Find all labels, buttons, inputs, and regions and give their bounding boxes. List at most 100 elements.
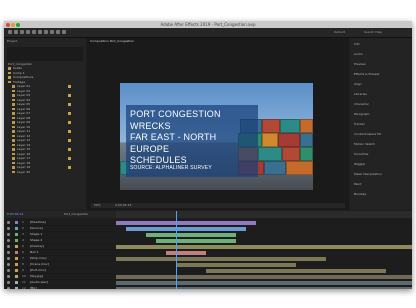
layer-duration-bar[interactable] bbox=[156, 238, 236, 243]
panel-item[interactable]: Wiggler bbox=[354, 162, 365, 166]
pen-tool-icon[interactable] bbox=[50, 30, 54, 34]
layer-name[interactable]: Shape 1 bbox=[30, 232, 42, 237]
panel-item[interactable]: Audio bbox=[354, 52, 363, 56]
type-tool-icon[interactable] bbox=[56, 30, 60, 34]
panel-item[interactable]: Content-Aware Fill bbox=[354, 132, 381, 136]
layer-name[interactable]: [Crane.mov] bbox=[30, 262, 49, 267]
layer-color-label[interactable] bbox=[15, 221, 18, 224]
eye-icon[interactable] bbox=[7, 239, 10, 242]
layer-color-label[interactable] bbox=[15, 227, 18, 230]
layer-list[interactable]: 1 [Headline] 2 [Source] 3 Shape 1 4 Shape 2 5 [Ov… bbox=[4, 220, 114, 289]
label-color-swatch[interactable] bbox=[68, 121, 71, 124]
layer-name[interactable]: Null 1 bbox=[30, 250, 39, 255]
eye-icon[interactable] bbox=[7, 287, 10, 289]
layer-name[interactable]: [Ship.mov] bbox=[30, 256, 46, 261]
eye-icon[interactable] bbox=[7, 245, 10, 248]
layer-color-label[interactable] bbox=[15, 257, 18, 260]
project-item-list[interactable]: Solids Comp 1 Compositions Footage Layer 01 L… bbox=[6, 66, 71, 175]
label-color-swatch[interactable] bbox=[68, 112, 71, 115]
layer-name[interactable]: [Port.mov] bbox=[30, 268, 46, 273]
rotate-tool-icon[interactable] bbox=[32, 30, 36, 34]
eye-icon[interactable] bbox=[7, 227, 10, 230]
layer-duration-bar[interactable] bbox=[116, 244, 412, 249]
pan-tool-icon[interactable] bbox=[44, 30, 48, 34]
eye-icon[interactable] bbox=[7, 263, 10, 266]
panel-item[interactable]: Mask Interpolation bbox=[354, 172, 382, 176]
composition-viewer[interactable]: PORT CONGESTION WRECKS FAR EAST - NORTH … bbox=[120, 83, 313, 190]
layer-duration-bar[interactable] bbox=[126, 226, 246, 231]
layer-color-label[interactable] bbox=[15, 287, 18, 289]
tab-project[interactable]: Project bbox=[7, 38, 17, 44]
tab-timeline-comp[interactable]: Port_Congestion bbox=[64, 211, 88, 217]
layer-name[interactable]: [Audio.wav] bbox=[30, 280, 48, 285]
layer-color-label[interactable] bbox=[15, 263, 18, 266]
label-color-swatch[interactable] bbox=[68, 148, 71, 151]
layer-color-label[interactable] bbox=[15, 233, 18, 236]
workspace-label[interactable]: Default bbox=[334, 28, 345, 37]
home-icon[interactable] bbox=[8, 30, 12, 34]
zoom-level[interactable]: 50% bbox=[94, 203, 101, 208]
layer-color-label[interactable] bbox=[15, 269, 18, 272]
layer-color-label[interactable] bbox=[15, 281, 18, 284]
project-item[interactable]: Layer 20 bbox=[6, 170, 68, 175]
layer-color-label[interactable] bbox=[15, 275, 18, 278]
label-color-swatch[interactable] bbox=[68, 166, 71, 169]
layer-name[interactable]: [BG] bbox=[30, 286, 37, 289]
panel-item[interactable]: Info bbox=[354, 42, 360, 46]
label-color-swatch[interactable] bbox=[68, 85, 71, 88]
label-color-swatch[interactable] bbox=[68, 130, 71, 133]
playhead[interactable] bbox=[176, 211, 177, 289]
zoom-tool-icon[interactable] bbox=[26, 30, 30, 34]
panel-item[interactable]: Paint bbox=[354, 182, 361, 186]
label-color-swatch[interactable] bbox=[68, 139, 71, 142]
eye-icon[interactable] bbox=[7, 281, 10, 284]
panel-item[interactable]: Effects & Presets bbox=[354, 72, 379, 76]
panel-item[interactable]: Align bbox=[354, 82, 362, 86]
viewer-timecode[interactable]: 0:00:04:12 bbox=[115, 203, 131, 208]
layer-duration-bar[interactable] bbox=[116, 220, 256, 225]
layer-tracks[interactable] bbox=[116, 220, 412, 289]
selection-tool-icon[interactable] bbox=[14, 30, 18, 34]
panel-item[interactable]: Tracker bbox=[354, 122, 365, 126]
panel-item[interactable]: Preview bbox=[354, 62, 366, 66]
eye-icon[interactable] bbox=[7, 269, 10, 272]
panel-item[interactable]: Brushes bbox=[354, 192, 366, 196]
layer-duration-bar[interactable] bbox=[116, 274, 412, 279]
layer-name[interactable]: [Sky.jpg] bbox=[30, 274, 43, 279]
label-color-swatch[interactable] bbox=[68, 103, 71, 106]
panel-item[interactable]: Smoother bbox=[354, 152, 369, 156]
tab-composition[interactable]: Composition Port_Congestion bbox=[90, 38, 134, 44]
layer-duration-bar[interactable] bbox=[146, 232, 236, 237]
label-color-swatch[interactable] bbox=[68, 157, 71, 160]
hand-tool-icon[interactable] bbox=[20, 30, 24, 34]
eye-icon[interactable] bbox=[7, 233, 10, 236]
panel-item[interactable]: Libraries bbox=[354, 92, 367, 96]
layer-duration-bar[interactable] bbox=[176, 262, 296, 267]
timeline-layer-row[interactable]: 12 [BG] bbox=[4, 286, 114, 289]
time-ruler[interactable] bbox=[116, 211, 412, 218]
panel-item[interactable]: Paragraph bbox=[354, 112, 369, 116]
layer-color-label[interactable] bbox=[15, 239, 18, 242]
timeline-timecode[interactable]: 0:00:04:12 bbox=[7, 211, 23, 217]
eye-icon[interactable] bbox=[7, 251, 10, 254]
layer-duration-bar[interactable] bbox=[116, 280, 412, 285]
layer-duration-bar[interactable] bbox=[116, 256, 326, 261]
search-help-label[interactable]: Search Help bbox=[364, 28, 382, 37]
layer-duration-bar[interactable] bbox=[206, 268, 386, 273]
layer-color-label[interactable] bbox=[15, 251, 18, 254]
layer-name[interactable]: Shape 2 bbox=[30, 238, 42, 243]
layer-name[interactable]: [Headline] bbox=[30, 220, 46, 225]
eye-icon[interactable] bbox=[7, 221, 10, 224]
panel-item[interactable]: Motion Sketch bbox=[354, 142, 375, 146]
layer-duration-bar[interactable] bbox=[116, 286, 412, 289]
camera-tool-icon[interactable] bbox=[38, 30, 42, 34]
layer-name[interactable]: [Overlay] bbox=[30, 244, 44, 249]
layer-color-label[interactable] bbox=[15, 245, 18, 248]
layer-name[interactable]: [Source] bbox=[30, 226, 43, 231]
eye-icon[interactable] bbox=[7, 275, 10, 278]
layer-duration-bar[interactable] bbox=[166, 250, 206, 255]
label-color-swatch[interactable] bbox=[68, 94, 71, 97]
panel-item[interactable]: Character bbox=[354, 102, 369, 106]
brush-tool-icon[interactable] bbox=[62, 30, 66, 34]
eye-icon[interactable] bbox=[7, 257, 10, 260]
